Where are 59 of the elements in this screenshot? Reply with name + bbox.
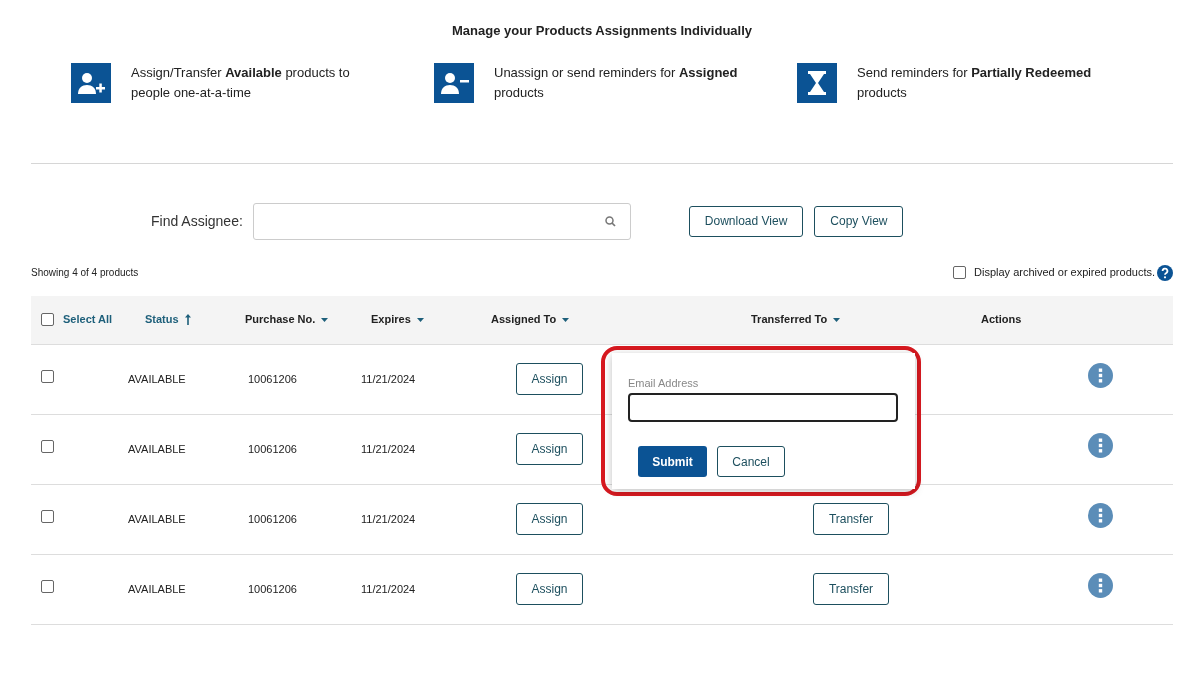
feature-description: Unassign or send reminders for Assigned products xyxy=(494,63,739,102)
status-cell-text: AVAILABLE xyxy=(128,581,187,597)
assign-button[interactable]: Assign xyxy=(516,363,583,395)
feature-description: Assign/Transfer Available products to people one-at-a-time xyxy=(131,63,351,102)
email-input[interactable] xyxy=(628,393,898,422)
column-header[interactable]: Status xyxy=(145,311,191,328)
transfer-button[interactable]: Transfer xyxy=(813,503,889,535)
caret-icon xyxy=(833,317,841,322)
column-header[interactable]: Assigned To xyxy=(491,311,570,328)
more-options-icon[interactable] xyxy=(1088,573,1113,598)
purchase-number-cell-text: 10061206 xyxy=(247,511,298,527)
status-cell-text: AVAILABLE xyxy=(128,441,187,457)
toolbar-button[interactable]: Download View xyxy=(688,205,804,237)
email-label: Email Address xyxy=(628,375,700,391)
column-header[interactable]: Transferred To xyxy=(751,311,841,328)
purchase-number-cell-text: 10061206 xyxy=(247,581,298,597)
page-heading: Manage your Products Assignments Individually xyxy=(451,22,753,40)
hourglass-icon xyxy=(797,62,837,103)
assign-button[interactable]: Assign xyxy=(516,433,583,465)
caret-icon xyxy=(416,317,424,322)
caret-icon xyxy=(562,317,570,322)
expires-cell-text: 11/21/2024 xyxy=(361,441,417,457)
checkbox[interactable] xyxy=(41,439,54,453)
help-icon[interactable] xyxy=(1157,264,1173,281)
search-icon xyxy=(604,215,616,227)
checkbox[interactable] xyxy=(41,369,54,383)
assign-button[interactable]: Assign xyxy=(516,573,583,605)
column-header[interactable]: Purchase No. xyxy=(245,311,329,328)
select-all-label[interactable]: Select All xyxy=(63,311,113,328)
search-field[interactable] xyxy=(252,202,631,240)
more-options-icon[interactable] xyxy=(1088,433,1113,458)
assign-button[interactable]: Assign xyxy=(516,503,583,535)
column-header: Actions xyxy=(981,312,1022,328)
checkbox[interactable] xyxy=(41,313,54,326)
expires-cell-text: 11/21/2024 xyxy=(361,511,417,527)
transfer-button[interactable]: Transfer xyxy=(813,573,889,605)
checkbox[interactable] xyxy=(41,509,54,523)
column-header[interactable]: Expires xyxy=(371,311,424,328)
sort-arrow-icon xyxy=(184,314,191,325)
caret-icon xyxy=(321,317,329,322)
more-options-icon[interactable] xyxy=(1088,363,1113,388)
user-plus-icon xyxy=(71,62,111,103)
purchase-number-cell-text: 10061206 xyxy=(247,441,298,457)
status-cell-text: AVAILABLE xyxy=(128,511,187,527)
expires-cell-text: 11/21/2024 xyxy=(361,371,417,387)
checkbox[interactable] xyxy=(953,266,966,279)
checkbox-label: Display archived or expired products. xyxy=(974,265,1155,281)
purchase-number-cell-text: 10061206 xyxy=(247,371,298,387)
status-cell-text: AVAILABLE xyxy=(128,371,187,387)
search-label: Find Assignee: xyxy=(151,211,243,231)
cancel-button[interactable]: Cancel xyxy=(717,446,785,477)
user-minus-icon xyxy=(434,62,474,103)
feature-description: Send reminders for Partially Redeemed products xyxy=(857,63,1093,102)
checkbox[interactable] xyxy=(41,579,54,593)
submit-button[interactable]: Submit xyxy=(638,446,707,477)
results-summary: Showing 4 of 4 products xyxy=(31,266,139,280)
more-options-icon[interactable] xyxy=(1088,503,1113,528)
toolbar-button[interactable]: Copy View xyxy=(814,205,904,237)
expires-cell-text: 11/21/2024 xyxy=(361,581,417,597)
